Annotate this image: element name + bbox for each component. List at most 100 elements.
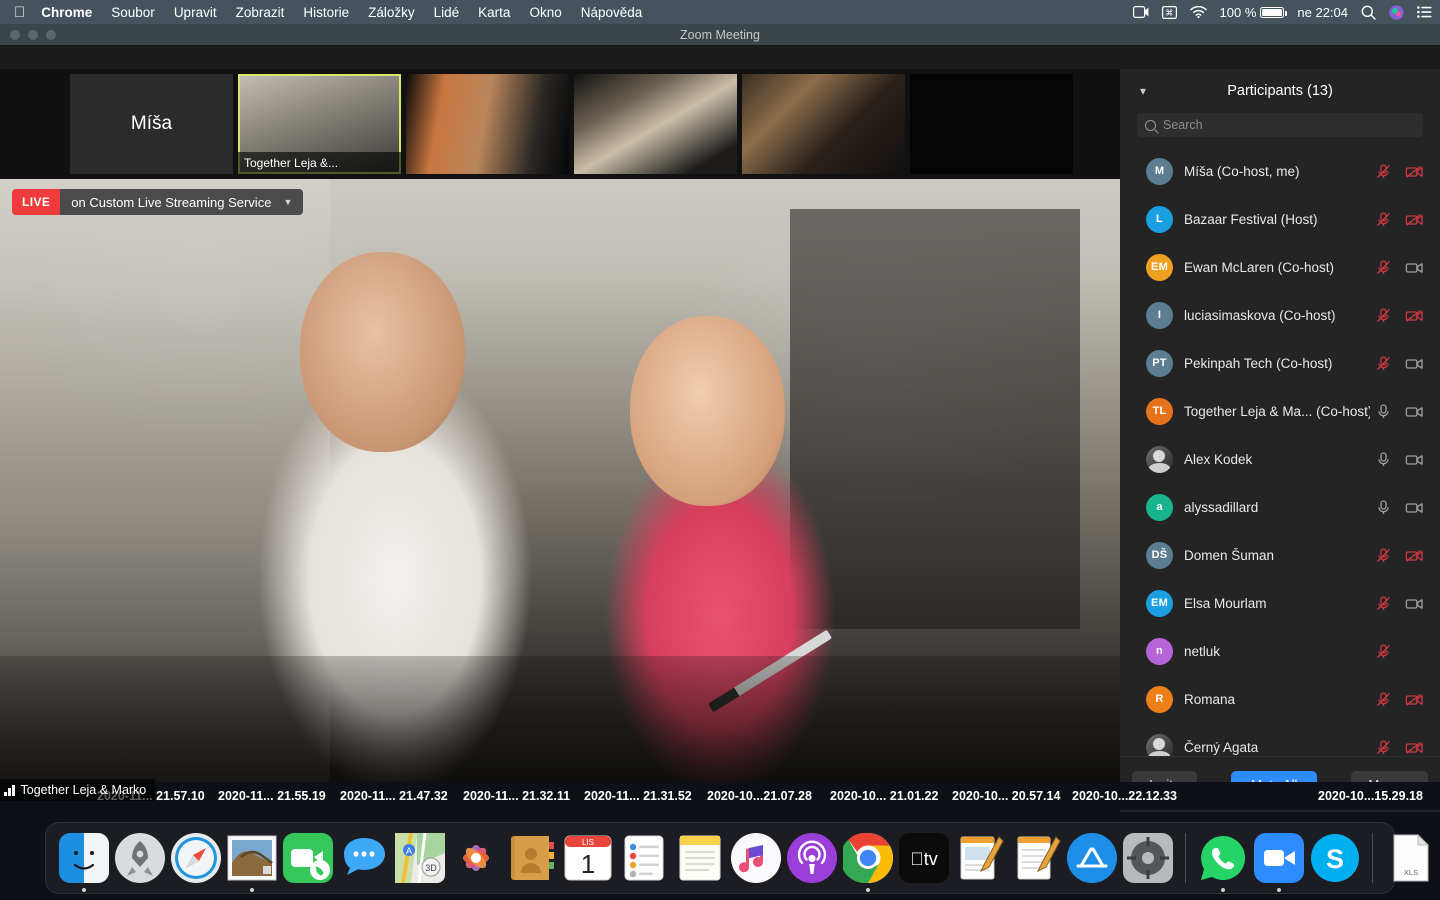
dock-skype-icon[interactable]: S <box>1309 832 1361 884</box>
dock-system-preferences-icon[interactable] <box>1122 832 1174 884</box>
dock-messages-icon[interactable] <box>338 832 390 884</box>
search-input[interactable] <box>1163 118 1415 132</box>
participant-row[interactable]: n netluk <box>1120 627 1440 675</box>
camera-on-icon[interactable] <box>1405 355 1423 372</box>
camera-on-icon[interactable] <box>1405 499 1423 516</box>
microphone-on-icon[interactable] <box>1375 403 1392 420</box>
dock-finder-icon[interactable] <box>58 832 110 892</box>
maximize-button[interactable] <box>46 30 56 40</box>
dock-appletv-icon[interactable]: tv <box>898 832 950 884</box>
filmstrip-thumb-6[interactable] <box>910 74 1073 174</box>
menu-item-soubor[interactable]: Soubor <box>111 5 155 20</box>
dock-launchpad-icon[interactable] <box>114 832 166 884</box>
camera-on-icon[interactable] <box>1405 595 1423 612</box>
dock-calendar-icon[interactable]: LIS 1 <box>562 832 614 884</box>
camera-off-icon[interactable] <box>1405 691 1423 708</box>
dock-whatsapp-icon[interactable] <box>1197 832 1249 892</box>
dock-podcasts-icon[interactable] <box>786 832 838 884</box>
camera-off-icon[interactable] <box>1405 163 1423 180</box>
microphone-muted-icon[interactable] <box>1375 739 1392 756</box>
chevron-down-icon[interactable]: ▾ <box>1140 84 1146 98</box>
live-streaming-banner[interactable]: LIVE on Custom Live Streaming Service ▼ <box>12 189 304 215</box>
search-icon[interactable] <box>1361 5 1376 20</box>
participant-row[interactable]: TL Together Leja & Ma... (Co-host) <box>1120 387 1440 435</box>
participant-filmstrip[interactable]: Míša Together Leja &... <box>0 69 1120 179</box>
dock-photos-icon[interactable] <box>450 832 502 884</box>
menu-item-historie[interactable]: Historie <box>303 5 349 20</box>
dock-zoom-icon[interactable] <box>1253 832 1305 892</box>
filmstrip-thumb-misa[interactable]: Míša <box>70 74 233 174</box>
participant-row[interactable]: EM Ewan McLaren (Co-host) <box>1120 243 1440 291</box>
wifi-icon[interactable] <box>1189 6 1207 18</box>
live-service-button[interactable]: on Custom Live Streaming Service ▼ <box>60 189 304 215</box>
apple-icon[interactable]:  <box>14 5 25 20</box>
microphone-muted-icon[interactable] <box>1375 163 1392 180</box>
microphone-on-icon[interactable] <box>1375 451 1392 468</box>
menu-item-napoveda[interactable]: Nápověda <box>581 5 643 20</box>
menu-item-okno[interactable]: Okno <box>529 5 561 20</box>
participant-row[interactable]: R Romana <box>1120 675 1440 723</box>
participant-row[interactable]: a alyssadillard <box>1120 483 1440 531</box>
dock-itunes-icon[interactable] <box>730 832 782 884</box>
camera-off-icon[interactable] <box>1405 307 1423 324</box>
dock-contacts-icon[interactable] <box>506 832 558 884</box>
participant-row[interactable]: Alex Kodek <box>1120 435 1440 483</box>
menu-item-zobrazit[interactable]: Zobrazit <box>236 5 285 20</box>
microphone-muted-icon[interactable] <box>1375 259 1392 276</box>
participants-list[interactable]: M Míša (Co-host, me) L Bazaar Festival (Hos… <box>1120 147 1440 756</box>
microphone-muted-icon[interactable] <box>1375 211 1392 228</box>
participant-row[interactable]: L Bazaar Festival (Host) <box>1120 195 1440 243</box>
control-center-icon[interactable] <box>1417 6 1432 18</box>
dock-chrome-icon[interactable] <box>842 832 894 892</box>
filmstrip-thumb-together-leja[interactable]: Together Leja &... <box>238 74 401 174</box>
minimize-button[interactable] <box>28 30 38 40</box>
microphone-muted-icon[interactable] <box>1375 547 1392 564</box>
microphone-muted-icon[interactable] <box>1375 691 1392 708</box>
filmstrip-thumb-4[interactable] <box>574 74 737 174</box>
menu-item-upravit[interactable]: Upravit <box>174 5 217 20</box>
camera-off-icon[interactable] <box>1405 547 1423 564</box>
camera-on-icon[interactable] <box>1405 643 1422 660</box>
microphone-muted-icon[interactable] <box>1375 355 1392 372</box>
camera-on-icon[interactable] <box>1405 403 1423 420</box>
menu-item-karta[interactable]: Karta <box>478 5 510 20</box>
participant-row[interactable]: Černý Agata <box>1120 723 1440 756</box>
microphone-muted-icon[interactable] <box>1375 307 1392 324</box>
menu-item-lide[interactable]: Lidé <box>434 5 460 20</box>
keyboard-input-icon[interactable]: ⌘ <box>1161 5 1177 19</box>
microphone-muted-icon[interactable] <box>1375 643 1392 660</box>
dock-pages-icon[interactable] <box>1010 832 1062 884</box>
macos-dock[interactable]: A 3D LIS 1 tv S XLS <box>45 822 1430 894</box>
battery-status[interactable]: 100 % <box>1220 5 1287 20</box>
active-speaker-video[interactable]: LIVE on Custom Live Streaming Service ▼ … <box>0 179 1120 806</box>
participant-row[interactable]: Iluciasimaskova (Co-host) <box>1120 291 1440 339</box>
video-camera-icon[interactable] <box>1132 6 1149 18</box>
camera-on-icon[interactable] <box>1405 451 1423 468</box>
close-button[interactable] <box>10 30 20 40</box>
microphone-on-icon[interactable] <box>1375 499 1392 516</box>
dock-xls-file-icon[interactable]: XLS <box>1384 832 1436 884</box>
dock-notes-icon[interactable] <box>674 832 726 884</box>
dock-safari-icon[interactable] <box>170 832 222 884</box>
participant-row[interactable]: M Míša (Co-host, me) <box>1120 147 1440 195</box>
camera-on-icon[interactable] <box>1405 259 1423 276</box>
menu-item-chrome[interactable]: Chrome <box>41 5 92 20</box>
dock-maps-icon[interactable]: A 3D <box>394 832 446 884</box>
siri-icon[interactable] <box>1389 4 1404 20</box>
dock-reminders-icon[interactable] <box>618 832 670 884</box>
menu-item-zalozky[interactable]: Záložky <box>368 5 415 20</box>
microphone-muted-icon[interactable] <box>1375 595 1392 612</box>
dock-facetime-icon[interactable] <box>282 832 334 884</box>
filmstrip-thumb-5[interactable] <box>742 74 905 174</box>
dock-mail-icon[interactable] <box>226 832 278 892</box>
participants-search[interactable] <box>1137 113 1423 137</box>
participant-row[interactable]: EM Elsa Mourlam <box>1120 579 1440 627</box>
camera-off-icon[interactable] <box>1405 739 1423 756</box>
dock-keynote-icon[interactable] <box>954 832 1006 884</box>
camera-off-icon[interactable] <box>1405 211 1423 228</box>
filmstrip-thumb-3[interactable] <box>406 74 569 174</box>
caret-down-icon[interactable]: ▼ <box>283 197 292 207</box>
participant-row[interactable]: PT Pekinpah Tech (Co-host) <box>1120 339 1440 387</box>
dock-appstore-icon[interactable] <box>1066 832 1118 884</box>
participant-row[interactable]: DŠ Domen Šuman <box>1120 531 1440 579</box>
